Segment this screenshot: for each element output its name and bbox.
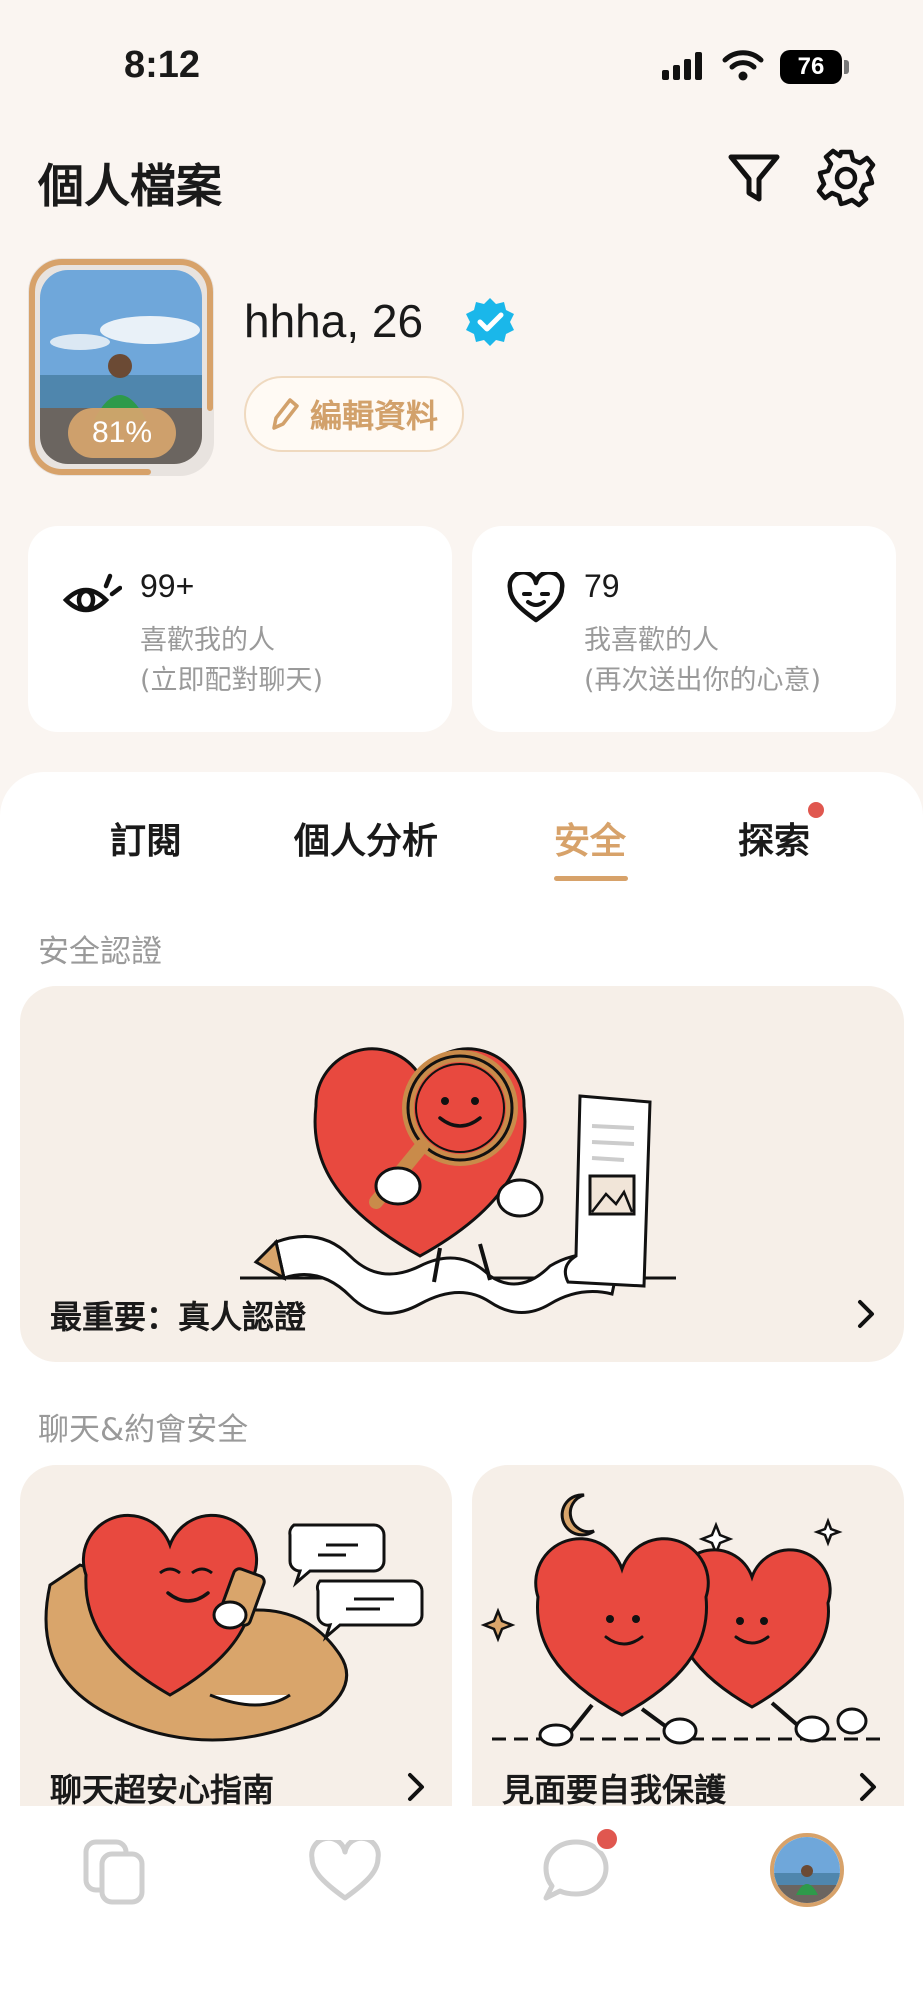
verification-illustration — [240, 1047, 676, 1315]
section-title-dating-safety: 聊天&約會安全 — [38, 1412, 249, 1448]
chat-notification-dot — [594, 1826, 620, 1852]
explore-notification-dot — [808, 802, 824, 818]
status-time: 8:12 — [124, 44, 201, 86]
tab-explore[interactable]: 探索 — [738, 812, 810, 864]
profile-completion-badge: 81% — [68, 408, 176, 458]
profile-tab-photo — [774, 1837, 840, 1903]
meeting-safety-card[interactable]: 見面要自我保護 — [472, 1465, 904, 1806]
filter-icon[interactable] — [726, 150, 782, 206]
i-like-subtitle: (再次送出你的心意) — [584, 665, 822, 696]
page-title: 個人檔案 — [38, 159, 222, 213]
chevron-right-icon — [860, 1773, 876, 1801]
active-tab-indicator — [554, 876, 628, 881]
verification-card-label: 最重要：真人認證 — [50, 1298, 307, 1336]
profile-tab-avatar[interactable] — [770, 1833, 844, 1907]
tab-personal-analysis[interactable]: 個人分析 — [294, 812, 438, 864]
chevron-right-icon — [858, 1300, 874, 1328]
settings-gear-icon[interactable] — [816, 148, 876, 208]
edit-profile-button[interactable]: 編輯資料 — [244, 376, 464, 452]
likes-me-subtitle: (立即配對聊天) — [140, 665, 324, 696]
i-like-label: 我喜歡的人 — [584, 625, 719, 656]
meeting-safety-card-label: 見面要自我保護 — [502, 1771, 727, 1806]
likes-me-card[interactable]: 99+ 喜歡我的人 (立即配對聊天) — [28, 526, 452, 732]
verified-badge-icon — [466, 298, 514, 346]
real-person-verification-card[interactable]: 最重要：真人認證 — [20, 986, 904, 1362]
heart-face-icon — [507, 572, 565, 623]
eye-sparkle-icon — [62, 573, 122, 613]
user-name-age: hhha, 26 — [244, 295, 424, 347]
edit-profile-label: 編輯資料 — [310, 397, 439, 435]
likes-me-count: 99+ — [140, 568, 195, 604]
pencil-icon — [272, 398, 299, 430]
chat-safety-guide-card[interactable]: 聊天超安心指南 — [20, 1465, 452, 1806]
chat-safety-card-label: 聊天超安心指南 — [50, 1771, 275, 1806]
battery-tip — [844, 60, 849, 74]
i-like-count: 79 — [584, 568, 620, 604]
meeting-safety-illustration — [480, 1493, 884, 1747]
i-like-card[interactable]: 79 我喜歡的人 (再次送出你的心意) — [472, 526, 896, 732]
heart-tab-icon[interactable] — [308, 1840, 382, 1904]
likes-me-label: 喜歡我的人 — [140, 625, 275, 656]
cellular-signal-icon — [662, 52, 702, 80]
chat-safety-illustration — [44, 1513, 424, 1742]
section-title-verification: 安全認證 — [38, 934, 162, 970]
battery-indicator: 76 — [780, 50, 842, 84]
tab-safety[interactable]: 安全 — [554, 812, 626, 864]
wifi-icon — [722, 50, 764, 81]
tab-subscription[interactable]: 訂閱 — [110, 812, 182, 864]
status-bar: 8:12 76 — [0, 0, 923, 130]
cards-icon[interactable] — [80, 1836, 150, 1906]
chevron-right-icon — [408, 1773, 424, 1801]
